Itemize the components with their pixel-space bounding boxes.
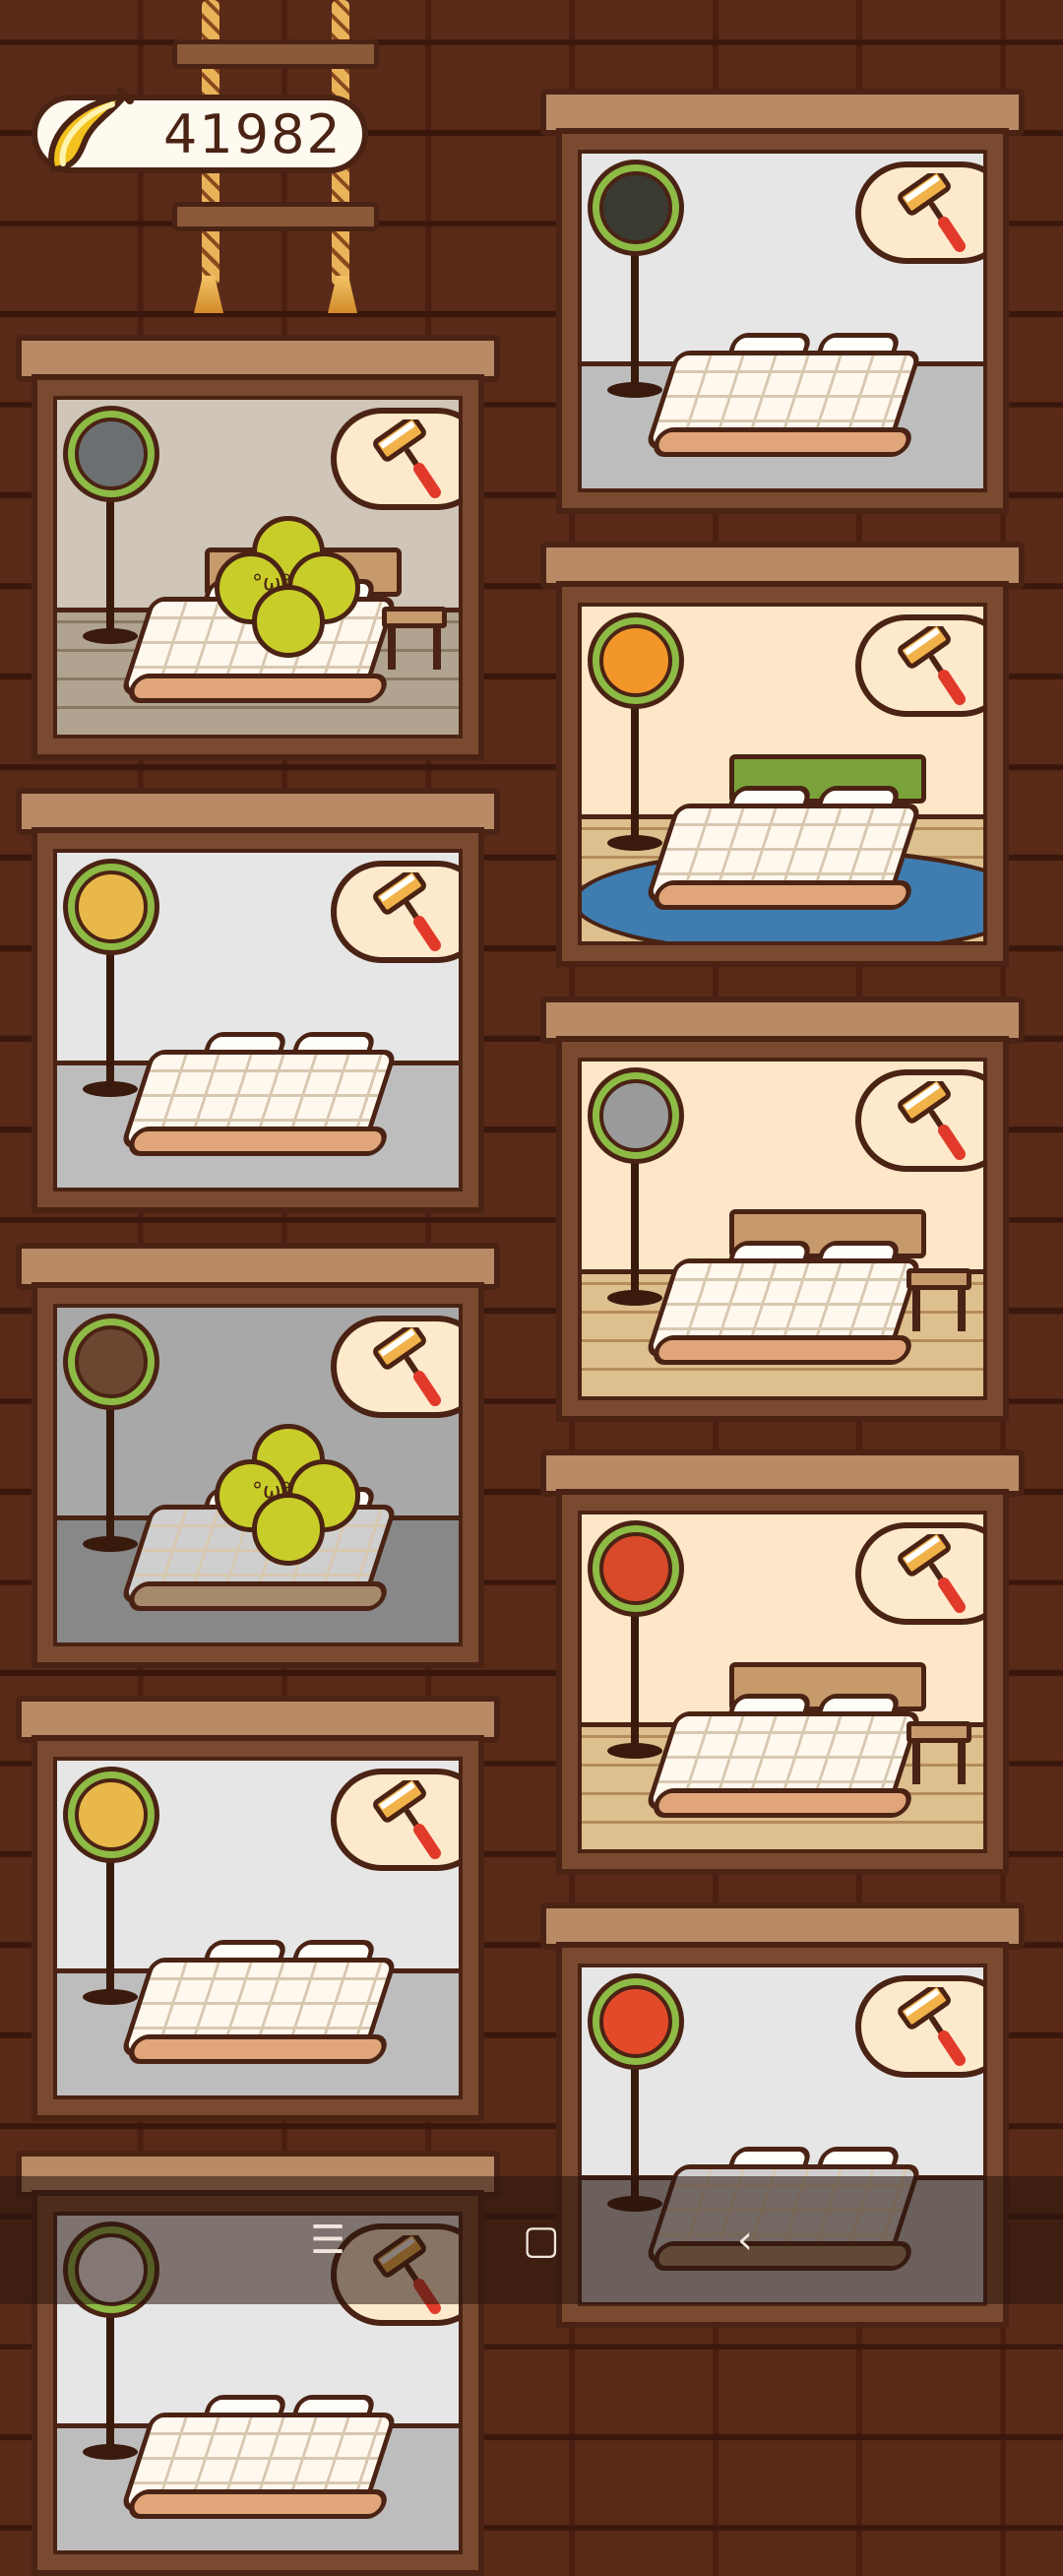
clean-room-button[interactable] (855, 614, 983, 717)
clean-room-button[interactable] (331, 1769, 459, 1871)
bed[interactable] (119, 1918, 399, 2066)
banana-icon (48, 87, 134, 172)
bed[interactable] (644, 1662, 926, 1820)
floor-lamp (106, 1406, 114, 1544)
floor-lamp (631, 1613, 639, 1751)
bed[interactable] (119, 2373, 399, 2521)
room-frame (556, 1036, 1009, 1422)
lion-avatar-face (75, 1778, 148, 1851)
room-frame (31, 1735, 484, 2121)
floor-lamp (106, 951, 114, 1089)
clover-guest-character[interactable]: °ω° (215, 516, 362, 664)
roller-brush-icon (898, 1081, 966, 1160)
room-frame: °ω° (31, 1282, 484, 1668)
bed[interactable] (119, 1010, 399, 1158)
clean-room-button[interactable] (855, 1975, 983, 2078)
bird-avatar-face (599, 1532, 672, 1605)
floor-lamp (106, 1859, 114, 1997)
orange-avatar[interactable] (588, 612, 684, 709)
mole-avatar-face (599, 171, 672, 244)
roller-brush-icon (898, 1534, 966, 1613)
clean-room-button[interactable] (331, 1316, 459, 1418)
home-nav-button[interactable]: ▢ (523, 2218, 560, 2263)
burger-avatar[interactable] (588, 1973, 684, 2070)
floor-lamp (631, 705, 639, 843)
clover-face: °ω° (252, 571, 292, 596)
room-frame (556, 581, 1009, 967)
system-navigation-bar: ☰ ▢ ‹ (0, 2176, 1063, 2304)
banana-currency-display: 41982 (31, 87, 368, 173)
raccoon-avatar-face (599, 1079, 672, 1152)
nightstand (907, 1721, 971, 1784)
mole-avatar[interactable] (588, 160, 684, 256)
back-nav-button[interactable]: ‹ (737, 2218, 753, 2263)
room-frame (556, 128, 1009, 514)
robot-avatar[interactable] (63, 406, 159, 502)
bat-avatar-face (75, 1325, 148, 1398)
clean-room-button[interactable] (331, 408, 459, 510)
clover-guest-character[interactable]: °ω° (215, 1424, 362, 1572)
floor-lamp (106, 498, 114, 636)
dog-avatar[interactable] (63, 859, 159, 955)
bed[interactable] (644, 311, 923, 459)
roller-brush-icon (373, 1780, 441, 1859)
robot-avatar-face (75, 418, 148, 490)
burger-avatar-face (599, 1985, 672, 2058)
floor-lamp (631, 252, 639, 390)
roller-brush-icon (898, 626, 966, 705)
roller-brush-icon (373, 1327, 441, 1406)
roller-brush-icon (373, 419, 441, 498)
banana-amount: 41982 (163, 102, 343, 165)
clean-room-button[interactable] (331, 861, 459, 963)
bed[interactable] (644, 1209, 926, 1367)
roller-brush-icon (898, 173, 966, 252)
lion-avatar[interactable] (63, 1767, 159, 1863)
clean-room-button[interactable] (855, 1069, 983, 1172)
room-frame: °ω° (31, 374, 484, 760)
roller-brush-icon (898, 1987, 966, 2066)
orange-avatar-face (599, 624, 672, 697)
room-frame (31, 827, 484, 1213)
bat-avatar[interactable] (63, 1314, 159, 1410)
bird-avatar[interactable] (588, 1520, 684, 1617)
floor-lamp (106, 2314, 114, 2452)
clean-room-button[interactable] (855, 1522, 983, 1625)
raccoon-avatar[interactable] (588, 1067, 684, 1164)
clover-face: °ω° (252, 1479, 292, 1504)
clean-room-button[interactable] (855, 161, 983, 264)
dog-avatar-face (75, 870, 148, 943)
bed[interactable] (644, 754, 926, 912)
nightstand (382, 607, 447, 670)
roller-brush-icon (373, 872, 441, 951)
floor-lamp (631, 1160, 639, 1298)
room-frame (556, 1489, 1009, 1875)
menu-nav-button[interactable]: ☰ (310, 2218, 345, 2263)
nightstand (907, 1268, 971, 1331)
